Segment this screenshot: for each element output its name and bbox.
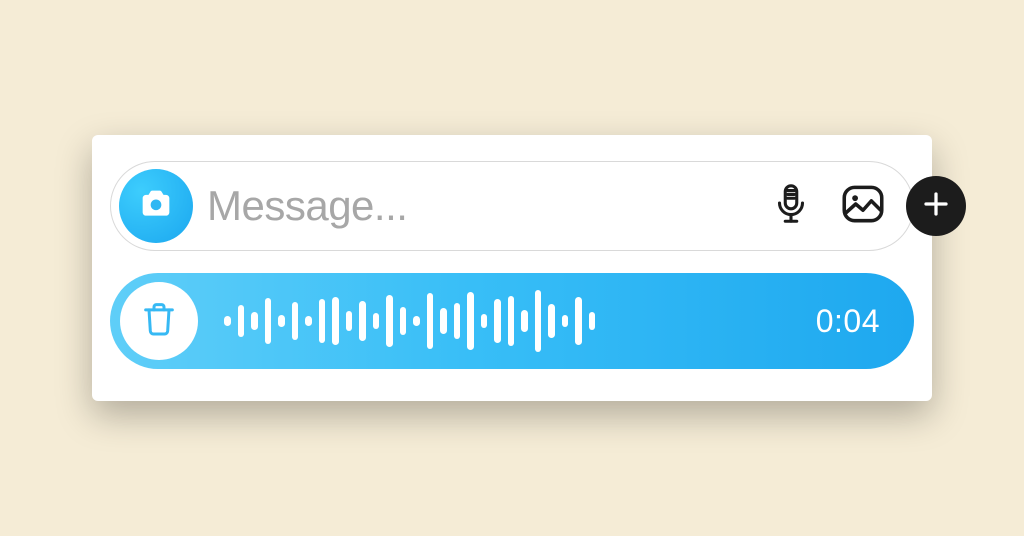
gallery-button[interactable] bbox=[834, 177, 892, 235]
waveform-bar bbox=[589, 312, 596, 330]
waveform-bar bbox=[265, 298, 272, 344]
waveform-bar bbox=[575, 297, 582, 345]
waveform-bar bbox=[359, 301, 366, 341]
waveform-bar bbox=[278, 315, 285, 327]
image-icon bbox=[838, 179, 888, 234]
add-button[interactable] bbox=[906, 176, 966, 236]
waveform-bar bbox=[292, 302, 299, 340]
waveform-bar bbox=[319, 299, 326, 343]
voice-recording-bar: 0:04 bbox=[110, 273, 914, 369]
waveform-bar bbox=[305, 316, 312, 326]
waveform-bar bbox=[400, 307, 407, 335]
waveform-bar bbox=[373, 313, 380, 329]
message-composer bbox=[110, 161, 914, 251]
waveform-bar bbox=[224, 316, 231, 326]
waveform-bar bbox=[562, 315, 569, 327]
audio-waveform[interactable] bbox=[216, 289, 798, 353]
waveform-bar bbox=[521, 310, 528, 332]
waveform-bar bbox=[481, 314, 488, 328]
waveform-bar bbox=[535, 290, 542, 352]
waveform-bar bbox=[427, 293, 434, 349]
camera-button[interactable] bbox=[119, 169, 193, 243]
waveform-bar bbox=[454, 303, 461, 339]
camera-icon bbox=[136, 184, 176, 229]
waveform-bar bbox=[413, 316, 420, 326]
waveform-bar bbox=[346, 311, 353, 331]
waveform-bar bbox=[386, 295, 393, 347]
recording-duration: 0:04 bbox=[816, 303, 880, 340]
waveform-bar bbox=[467, 292, 474, 350]
waveform-bar bbox=[238, 305, 245, 337]
waveform-bar bbox=[508, 296, 515, 346]
waveform-bar bbox=[548, 304, 555, 338]
waveform-bar bbox=[332, 297, 339, 345]
message-panel: 0:04 bbox=[92, 135, 932, 401]
waveform-bar bbox=[440, 308, 447, 334]
waveform-bar bbox=[251, 312, 258, 330]
microphone-icon bbox=[768, 181, 814, 232]
microphone-button[interactable] bbox=[762, 177, 820, 235]
message-input[interactable] bbox=[207, 182, 748, 230]
waveform-bar bbox=[494, 299, 501, 343]
plus-icon bbox=[921, 189, 951, 224]
trash-icon bbox=[139, 299, 179, 344]
delete-recording-button[interactable] bbox=[120, 282, 198, 360]
